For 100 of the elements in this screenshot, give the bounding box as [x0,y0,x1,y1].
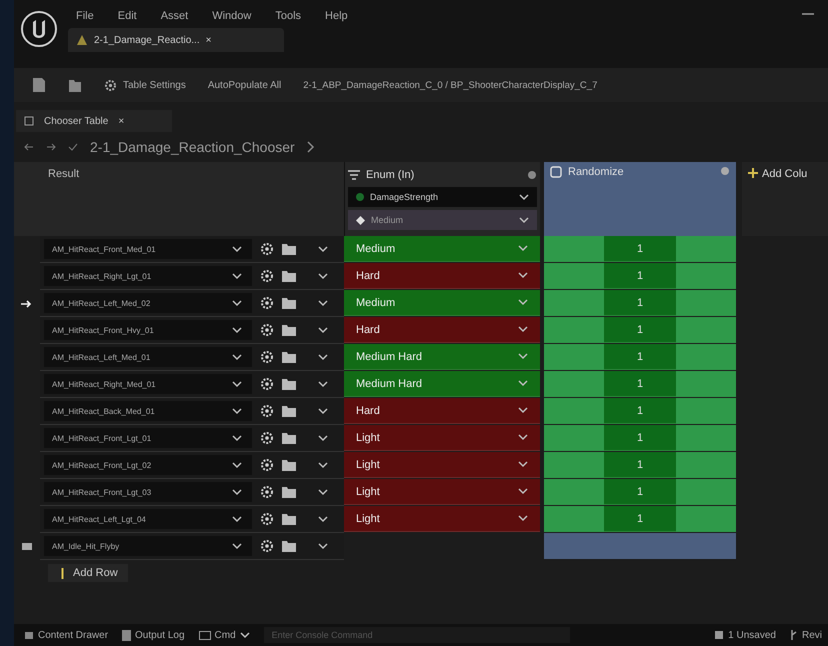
gear-icon[interactable] [260,431,274,445]
folder-icon[interactable] [282,296,296,310]
result-dropdown[interactable]: AM_HitReact_Front_Lgt_03 [44,482,252,502]
menu-item[interactable]: File [76,10,94,22]
random-weight-field[interactable]: 1 [604,236,676,262]
revision-control-button[interactable]: Revi [790,630,822,640]
breadcrumb-path[interactable]: 2-1_Damage_Reaction_Chooser [90,139,295,155]
close-button[interactable]: × [206,34,212,46]
gear-icon[interactable] [260,512,274,526]
menu-item[interactable]: Help [325,10,348,22]
random-weight-field[interactable]: 1 [604,398,676,424]
folder-icon[interactable] [282,404,296,418]
result-dropdown[interactable]: AM_HitReact_Front_Lgt_01 [44,428,252,448]
chevron-icon [519,194,529,200]
random-weight-field[interactable]: 1 [604,290,676,316]
save-icon[interactable] [32,77,46,93]
enum-dropdown[interactable]: Hard [344,317,540,343]
folder-icon[interactable] [282,458,296,472]
column-menu-icon[interactable] [527,170,537,180]
folder-icon[interactable] [282,323,296,337]
chevron-icon [240,632,250,638]
log-icon [122,630,132,640]
result-dropdown[interactable]: AM_HitReact_Right_Med_01 [44,374,252,394]
folder-icon[interactable] [282,431,296,445]
enum-dropdown[interactable]: Medium [344,290,540,316]
add-row-button[interactable]: Add Row [48,564,128,582]
binding-dropdown[interactable]: DamageStrength [348,187,537,207]
chevron-icon [518,299,528,306]
result-dropdown[interactable]: AM_HitReact_Front_Hvy_01 [44,320,252,340]
console-input-field[interactable]: Enter Console Command [264,627,570,643]
result-dropdown[interactable]: AM_HitReact_Left_Med_01 [44,347,252,367]
gear-icon[interactable] [260,242,274,256]
result-dropdown[interactable]: AM_HitReact_Front_Lgt_02 [44,455,252,475]
output-log-button[interactable]: Output Log [122,630,185,640]
enum-dropdown[interactable]: Light [344,452,540,478]
menu-item[interactable]: Asset [160,10,188,22]
gear-icon[interactable] [260,269,274,283]
result-dropdown[interactable]: AM_Idle_Hit_Flyby [44,536,252,556]
enum-dropdown[interactable]: Hard [344,263,540,289]
random-weight-field[interactable]: 1 [604,317,676,343]
folder-icon[interactable] [282,242,296,256]
chevron-icon [232,542,242,550]
autopopulate-button[interactable]: AutoPopulate All [208,80,282,90]
folder-icon[interactable] [282,350,296,364]
result-dropdown[interactable]: AM_HitReact_Left_Med_02 [44,293,252,313]
folder-icon[interactable] [282,539,296,553]
gear-icon[interactable] [260,539,274,553]
table-icon [24,116,34,126]
unsaved-icon [714,630,724,640]
result-dropdown[interactable]: AM_HitReact_Right_Lgt_01 [44,266,252,286]
test-value-dropdown[interactable]: Medium [348,210,537,230]
add-column-button[interactable]: Add Colu [742,162,828,236]
menu-item[interactable]: Tools [275,10,302,22]
random-weight-field[interactable]: 1 [604,452,676,478]
random-weight-field[interactable]: 1 [604,425,676,451]
close-button[interactable]: × [118,116,124,126]
gear-icon[interactable] [260,323,274,337]
folder-icon[interactable] [282,512,296,526]
cmd-dropdown[interactable]: Cmd [198,630,250,640]
chevron-icon [232,326,242,334]
result-dropdown[interactable]: AM_HitReact_Left_Lgt_04 [44,509,252,529]
random-weight-field[interactable]: 1 [604,263,676,289]
column-menu-icon[interactable] [720,166,730,176]
folder-icon[interactable] [282,485,296,499]
enum-dropdown[interactable]: Medium Hard [344,371,540,397]
enum-dropdown[interactable]: Hard [344,398,540,424]
enum-dropdown[interactable]: Medium [344,236,540,262]
menu-item[interactable]: Window [212,10,252,22]
chevron-icon [518,515,528,522]
result-dropdown[interactable]: AM_HitReact_Back_Med_01 [44,401,252,421]
random-weight-field[interactable]: 1 [604,344,676,370]
content-drawer-button[interactable]: Content Drawer [24,630,108,640]
gear-icon[interactable] [260,485,274,499]
enum-dropdown[interactable]: Light [344,479,540,505]
forward-icon[interactable] [46,142,56,152]
result-dropdown[interactable]: AM_HitReact_Front_Med_01 [44,239,252,259]
chevron-right-icon[interactable] [306,141,315,153]
enum-dropdown[interactable]: Light [344,425,540,451]
panel-tab[interactable]: Chooser Table × [16,110,172,132]
gear-icon[interactable] [260,296,274,310]
random-weight-field[interactable]: 1 [604,506,676,532]
enum-dropdown[interactable]: Light [344,506,540,532]
debug-target-dropdown[interactable]: 2-1_ABP_DamageReaction_C_0 / BP_ShooterCharacterDisplay_C_7 [303,80,598,90]
menu-item[interactable]: Edit [118,10,137,22]
folder-icon[interactable] [282,377,296,391]
folder-icon[interactable] [282,269,296,283]
back-icon[interactable] [24,142,34,152]
browse-icon[interactable] [68,77,82,93]
unsaved-button[interactable]: 1 Unsaved [714,630,776,640]
gear-icon[interactable] [260,404,274,418]
row-menu-icon [318,516,328,522]
random-weight-field[interactable]: 1 [604,479,676,505]
chevron-icon [518,353,528,360]
gear-icon[interactable] [260,377,274,391]
table-settings-button[interactable]: Table Settings [104,78,186,92]
gear-icon[interactable] [260,350,274,364]
enum-dropdown[interactable]: Medium Hard [344,344,540,370]
gear-icon[interactable] [260,458,274,472]
random-weight-field[interactable]: 1 [604,371,676,397]
document-tab[interactable]: 2-1_Damage_Reactio... × [68,28,284,52]
